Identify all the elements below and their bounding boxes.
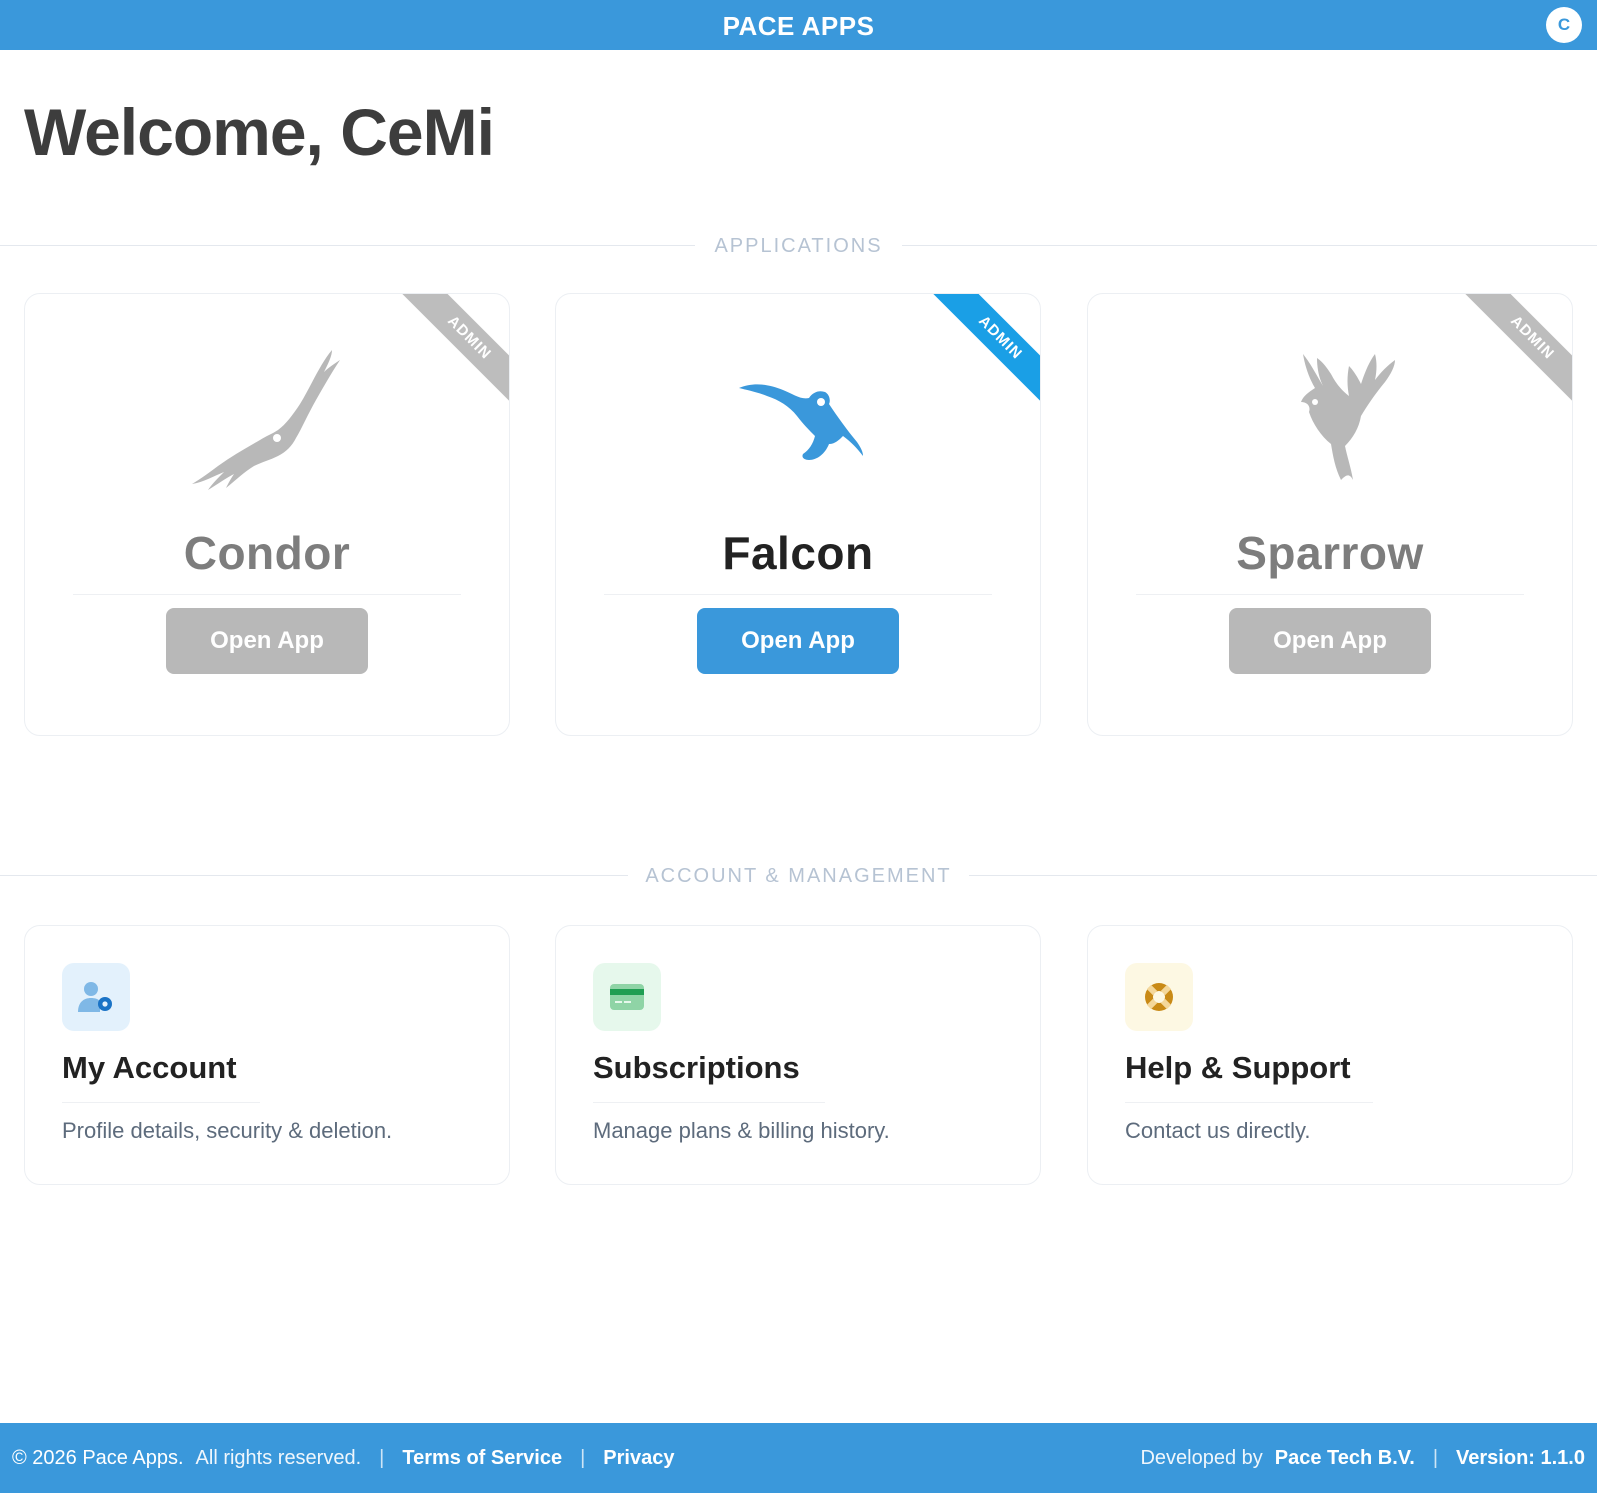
account-card-subscriptions[interactable]: Subscriptions Manage plans & billing his… <box>555 925 1041 1185</box>
applications-section-divider: APPLICATIONS <box>0 235 1597 257</box>
card-separator <box>1125 1102 1373 1103</box>
card-description: Profile details, security & deletion. <box>62 1118 393 1143</box>
terms-link[interactable]: Terms of Service <box>402 1447 562 1470</box>
card-description: Contact us directly. <box>1125 1118 1311 1143</box>
app-card-separator <box>73 594 461 595</box>
card-description: Manage plans & billing history. <box>593 1118 890 1143</box>
developed-by-text: Developed by <box>1140 1447 1263 1469</box>
card-title: Subscriptions <box>593 1050 800 1085</box>
version-text: Version: 1.1.0 <box>1456 1447 1585 1469</box>
card-title: My Account <box>62 1050 237 1085</box>
user-avatar[interactable]: C <box>1546 7 1582 43</box>
privacy-link[interactable]: Privacy <box>603 1447 674 1470</box>
open-app-button-condor[interactable]: Open App <box>166 608 368 674</box>
copyright-text: © 2026 Pace Apps. <box>12 1447 184 1469</box>
footer-divider: | <box>379 1447 385 1469</box>
account-card-my-account[interactable]: My Account Profile details, security & d… <box>24 925 510 1185</box>
app-card-condor: ADMIN Condor Open App <box>24 293 510 736</box>
rights-text: All rights reserved. <box>195 1447 362 1469</box>
app-name: Sparrow <box>1236 527 1424 579</box>
brand-title[interactable]: PACE APPS <box>0 11 1597 42</box>
top-bar: PACE APPS C <box>0 0 1597 50</box>
footer-divider: | <box>1432 1447 1439 1469</box>
app-name: Falcon <box>722 527 874 579</box>
falcon-icon <box>556 344 1040 494</box>
applications-section-label: APPLICATIONS <box>714 235 883 257</box>
condor-icon <box>25 344 509 494</box>
app-card-separator <box>604 594 992 595</box>
account-section-divider: ACCOUNT & MANAGEMENT <box>0 865 1597 887</box>
card-separator <box>62 1102 260 1103</box>
app-card-separator <box>1136 594 1524 595</box>
card-separator <box>593 1102 825 1103</box>
credit-card-icon <box>593 963 661 1031</box>
lifebuoy-icon <box>1125 963 1193 1031</box>
welcome-heading: Welcome, CeMi <box>24 95 495 169</box>
app-card-falcon: ADMIN Falcon Open App <box>555 293 1041 736</box>
user-gear-icon <box>62 963 130 1031</box>
sparrow-icon <box>1088 344 1572 494</box>
footer: © 2026 Pace Apps. All rights reserved. |… <box>0 1423 1597 1493</box>
app-card-sparrow: ADMIN Sparrow Open App <box>1087 293 1573 736</box>
open-app-button-sparrow[interactable]: Open App <box>1229 608 1431 674</box>
account-section-label: ACCOUNT & MANAGEMENT <box>645 865 952 887</box>
company-link[interactable]: Pace Tech B.V. <box>1275 1447 1415 1470</box>
footer-divider: | <box>580 1447 586 1469</box>
card-title: Help & Support <box>1125 1050 1351 1085</box>
app-name: Condor <box>183 527 351 579</box>
open-app-button-falcon[interactable]: Open App <box>697 608 899 674</box>
account-card-help-support[interactable]: Help & Support Contact us directly. <box>1087 925 1573 1185</box>
